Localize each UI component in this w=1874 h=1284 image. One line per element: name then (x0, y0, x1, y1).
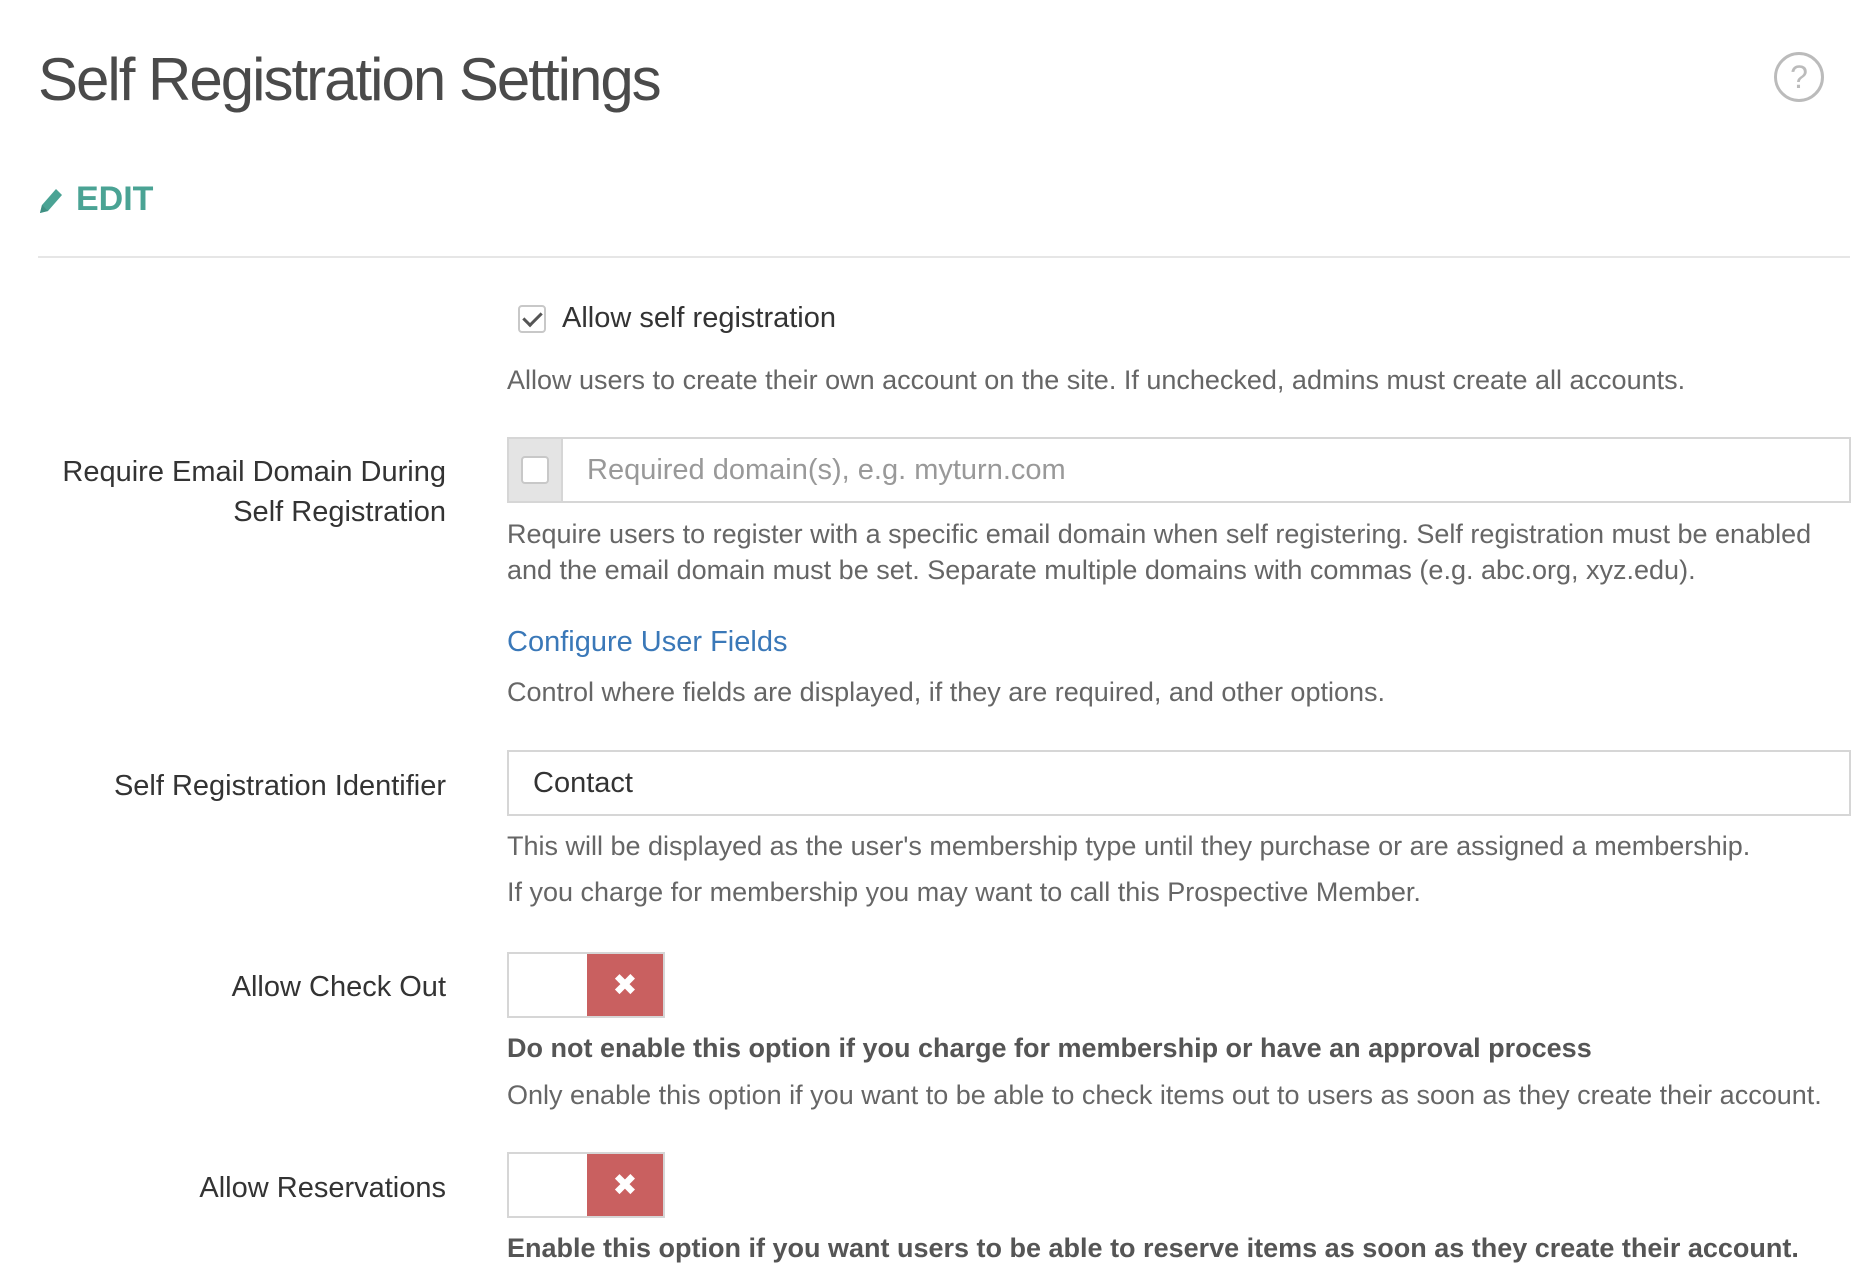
configure-user-fields-help: Control where fields are displayed, if t… (507, 677, 1386, 707)
email-domain-label: Require Email Domain During Self Registr… (62, 452, 446, 532)
close-icon: ✖ (587, 1154, 663, 1216)
email-domain-checkbox[interactable] (521, 456, 549, 484)
allow-reservations-warning: Enable this option if you want users to … (507, 1233, 1799, 1263)
email-domain-label-line1: Require Email Domain During (62, 456, 446, 488)
identifier-help-line1: This will be displayed as the user's mem… (507, 831, 1751, 861)
allow-check-out-toggle[interactable]: ✖ (507, 952, 665, 1018)
identifier-input[interactable] (509, 752, 1849, 814)
identifier-label: Self Registration Identifier (113, 770, 446, 802)
toggle-off-side (509, 954, 587, 1016)
toggle-off-side (509, 1154, 587, 1216)
email-domain-input-group (507, 437, 1851, 503)
page-title: Self Registration Settings (38, 46, 662, 113)
allow-self-registration-help: Allow users to create their own account … (507, 365, 1686, 395)
pencil-icon (40, 188, 62, 213)
edit-label: EDIT (76, 180, 154, 218)
allow-reservations-label: Allow Reservations (199, 1172, 446, 1204)
identifier-help-line2: If you charge for membership you may wan… (507, 877, 1421, 907)
divider (38, 256, 1850, 258)
checkbox-checked-icon[interactable] (518, 304, 546, 333)
email-domain-addon (509, 439, 563, 501)
email-domain-input[interactable] (563, 439, 1849, 501)
edit-button[interactable]: EDIT (38, 180, 153, 219)
configure-user-fields-link[interactable]: Configure User Fields (507, 626, 787, 659)
settings-page: Self Registration Settings ? EDIT Allow … (0, 0, 1874, 1284)
allow-check-out-warning: Do not enable this option if you charge … (507, 1033, 1592, 1063)
allow-self-registration-label: Allow self registration (562, 302, 836, 334)
email-domain-help: Require users to register with a specifi… (507, 516, 1811, 588)
email-domain-help-line1: Require users to register with a specifi… (507, 519, 1812, 549)
email-domain-help-line2: and the email domain must be set. Separa… (507, 555, 1696, 585)
allow-reservations-toggle[interactable]: ✖ (507, 1152, 665, 1218)
identifier-input-group (507, 750, 1851, 816)
allow-check-out-help: Only enable this option if you want to b… (507, 1080, 1822, 1110)
allow-check-out-label: Allow Check Out (231, 971, 446, 1003)
email-domain-label-line2: Self Registration (233, 496, 446, 528)
close-icon: ✖ (587, 954, 663, 1016)
help-icon[interactable]: ? (1774, 52, 1824, 102)
allow-self-registration-checkbox[interactable]: Allow self registration (518, 302, 836, 335)
identifier-help: This will be displayed as the user's mem… (507, 828, 1750, 910)
